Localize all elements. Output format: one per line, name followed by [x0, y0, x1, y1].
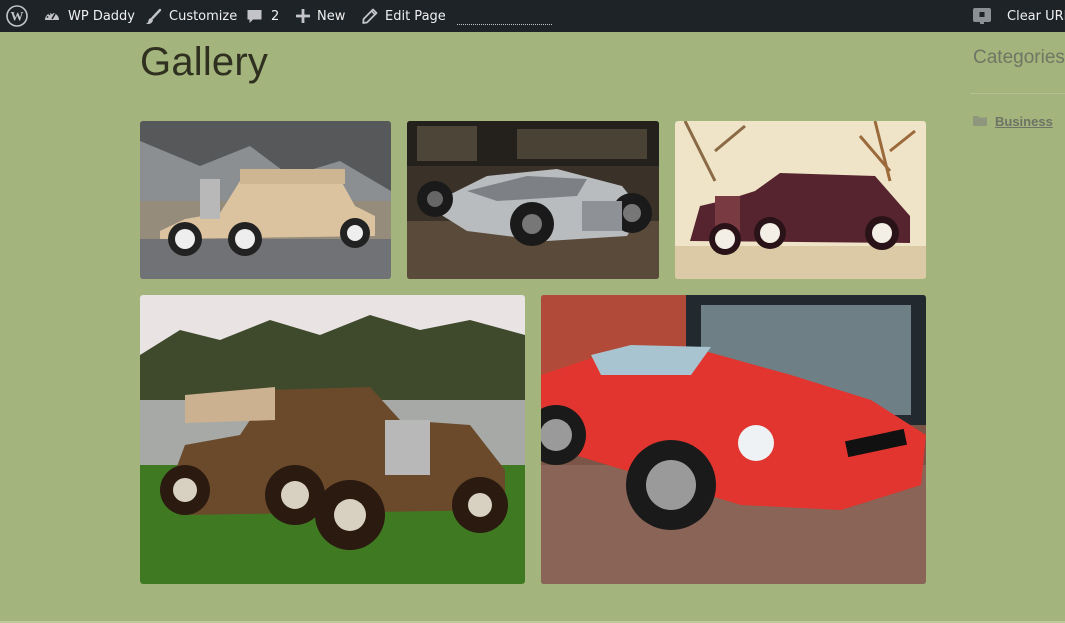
customize-button[interactable]: Customize [145, 0, 237, 32]
pencil-icon [362, 8, 378, 24]
category-link-business[interactable]: Business [973, 114, 1053, 129]
comments-count: 2 [271, 8, 280, 24]
plus-icon [296, 9, 310, 23]
paintbrush-icon [145, 8, 162, 25]
customize-label: Customize [169, 8, 238, 24]
category-label: Business [995, 114, 1053, 129]
wordpress-logo-icon: W [6, 5, 28, 27]
edit-page-button[interactable]: Edit Page [362, 0, 446, 32]
new-label: New [317, 8, 346, 24]
wordpress-logo-button[interactable]: W [6, 0, 28, 32]
svg-text:W: W [11, 9, 24, 24]
admin-bar: W WP Daddy Customize 2 New Edit Page Cle… [0, 0, 1065, 32]
site-name-menu[interactable]: WP Daddy [43, 0, 135, 32]
gallery-image-5[interactable] [541, 295, 926, 584]
gallery-image-3[interactable] [675, 121, 926, 279]
site-name-label: WP Daddy [68, 8, 135, 24]
comments-button[interactable]: 2 [246, 0, 279, 32]
page-title: Gallery [140, 40, 269, 84]
gallery-image-1[interactable] [140, 121, 391, 279]
clear-url-button[interactable]: Clear URL [972, 0, 1065, 32]
screen-icon [972, 6, 992, 26]
gallery-image-2[interactable] [407, 121, 659, 279]
adminbar-search-field[interactable] [457, 24, 552, 25]
gallery-image-4[interactable] [140, 295, 525, 584]
red-sports-car-photo [541, 295, 926, 584]
categories-widget-title: Categories [973, 47, 1065, 68]
edit-page-label: Edit Page [385, 8, 446, 24]
concept-race-car-photo [407, 121, 659, 279]
vintage-sedan-photo [140, 121, 391, 279]
clear-url-label: Clear URL [1007, 8, 1065, 24]
sidebar-divider [970, 93, 1065, 94]
dashboard-icon [43, 7, 61, 25]
vintage-convertible-photo [675, 121, 926, 279]
comment-bubble-icon [246, 8, 263, 25]
new-content-button[interactable]: New [296, 0, 345, 32]
folder-icon [973, 114, 987, 129]
brown-convertible-photo [140, 295, 525, 584]
